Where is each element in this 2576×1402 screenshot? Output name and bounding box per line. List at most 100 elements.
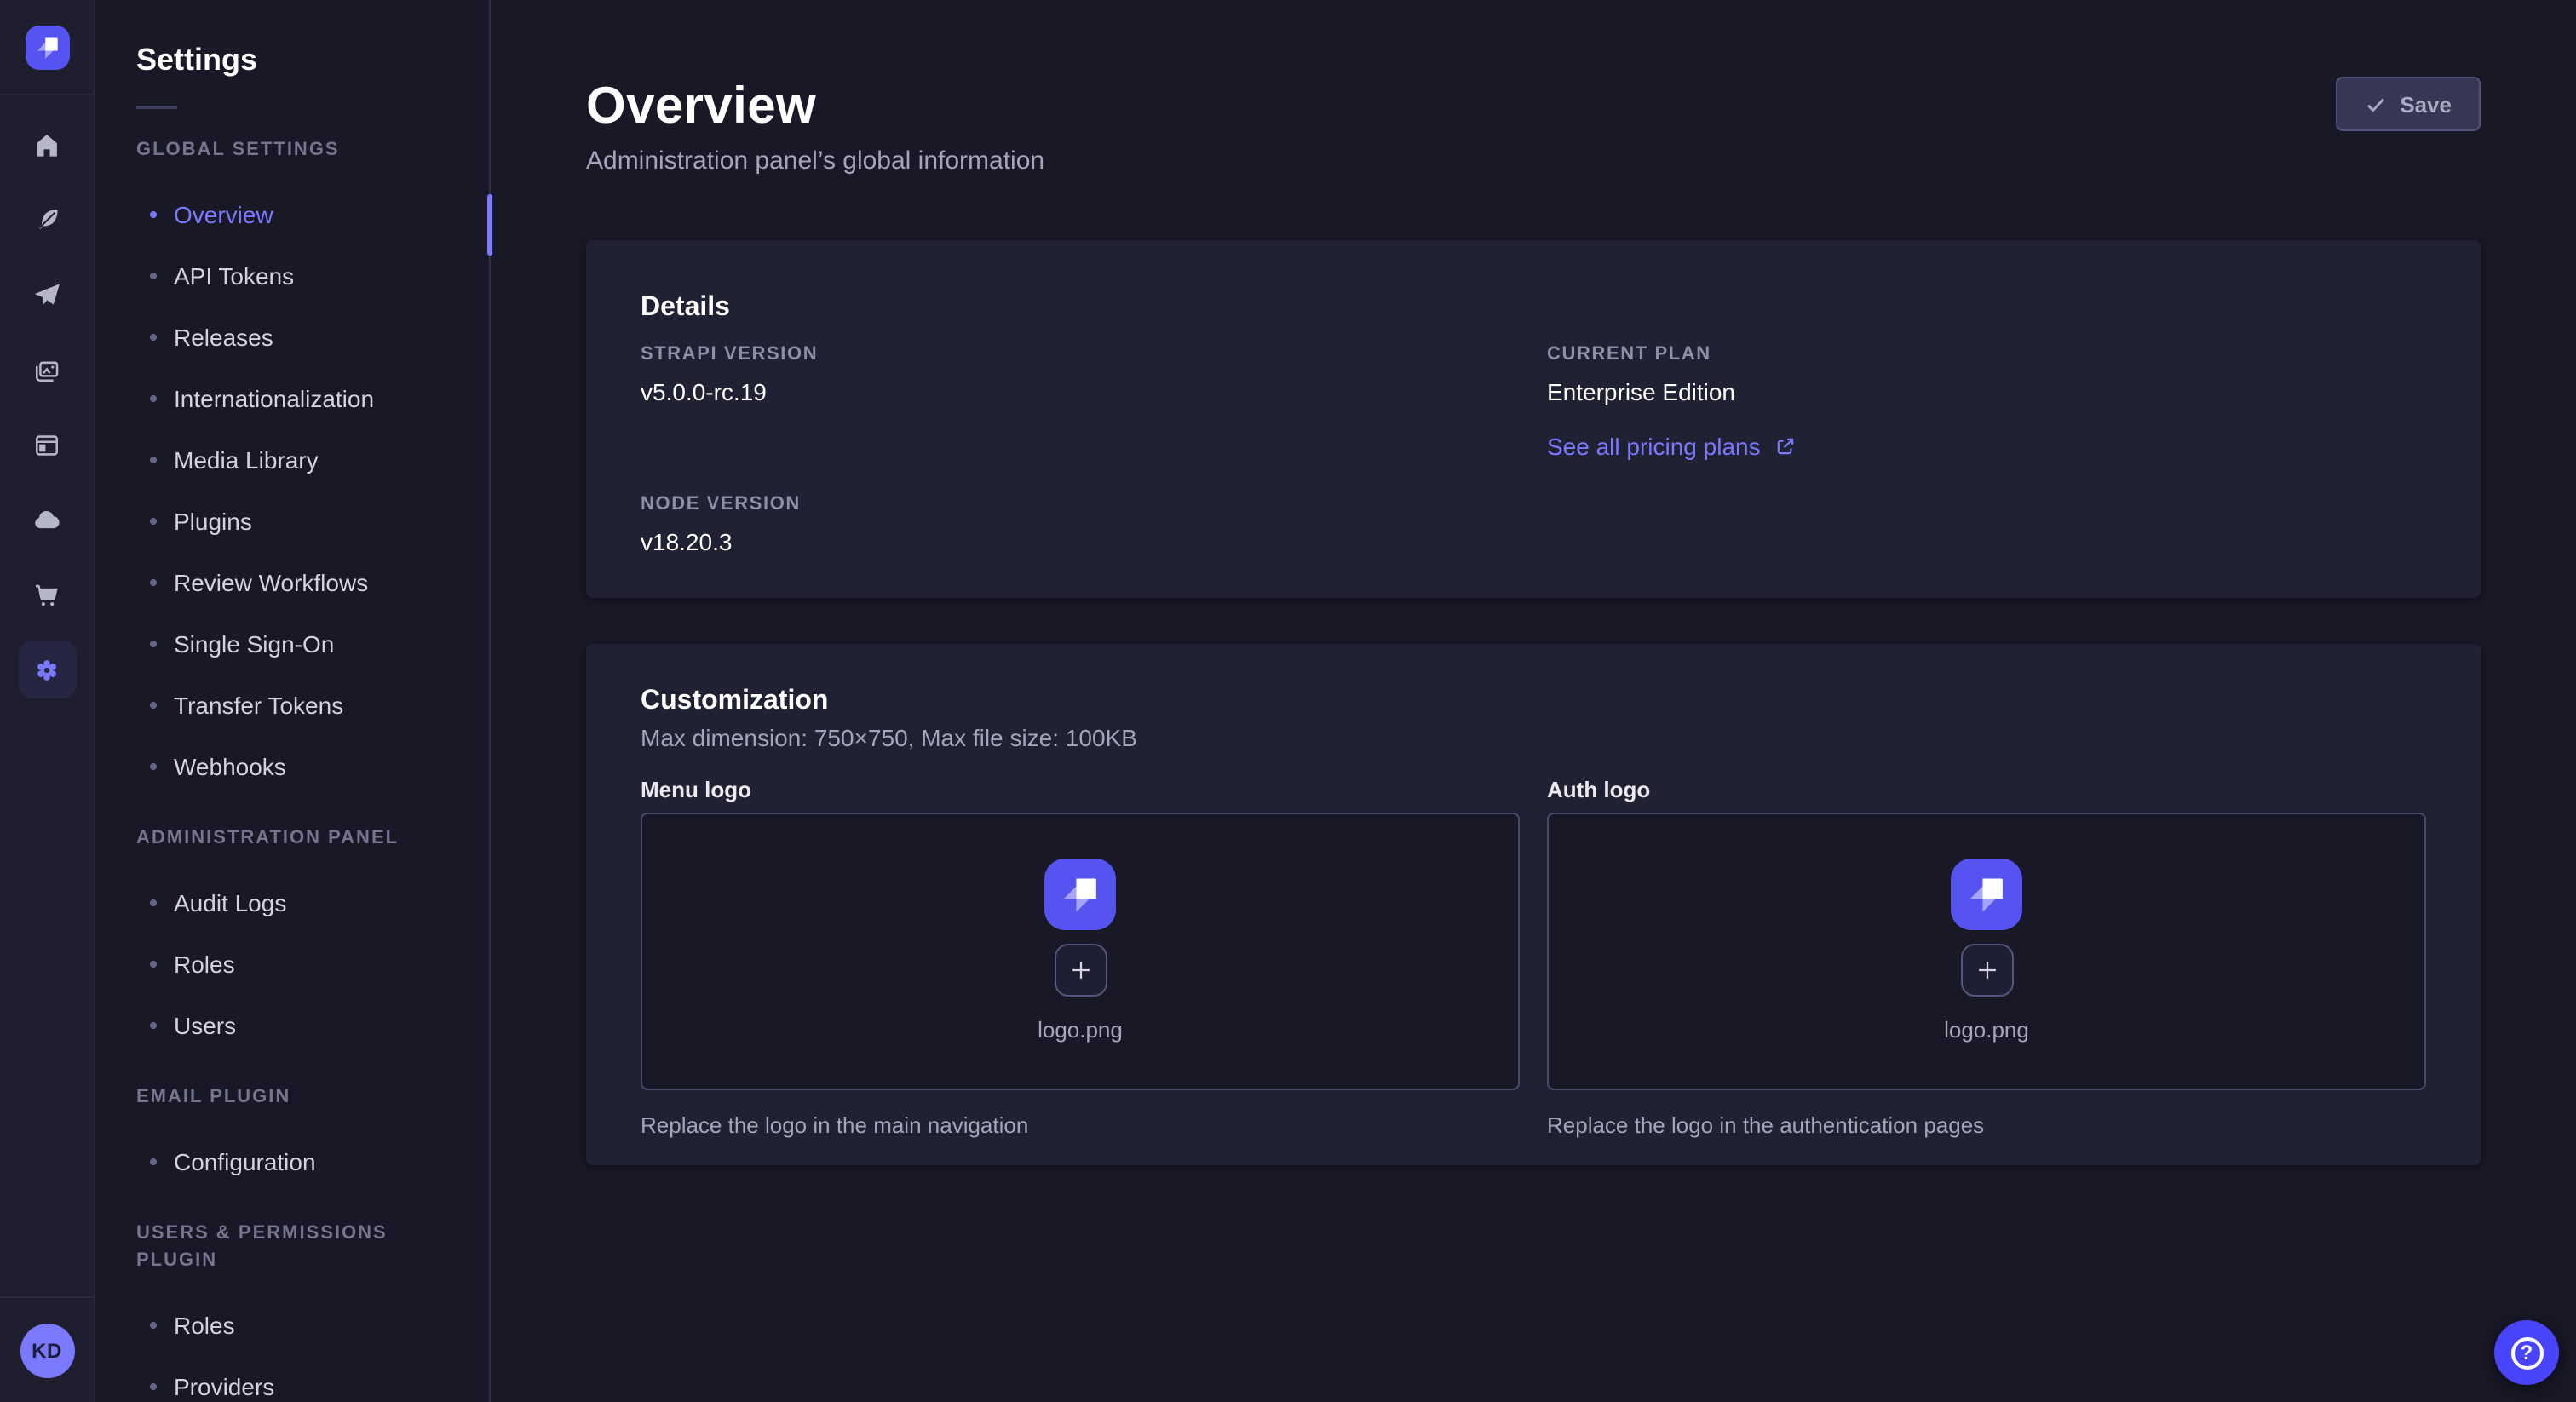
paper-plane-icon <box>31 279 63 311</box>
cloud-icon <box>31 503 63 536</box>
sidebar-item-audit-logs[interactable]: Audit Logs <box>95 872 489 934</box>
question-mark-icon: ? <box>2510 1336 2543 1369</box>
layout-icon <box>31 428 63 461</box>
sidebar-item-label: Roles <box>174 951 235 978</box>
home-icon <box>31 129 63 161</box>
sidebar-item-overview[interactable]: Overview <box>95 184 489 245</box>
nav-media-library-button[interactable] <box>18 341 76 399</box>
menu-logo-uploader: Menu logo <box>641 777 1520 1140</box>
bullet-icon <box>150 457 157 463</box>
menu-logo-dropzone[interactable]: logo.png <box>641 813 1520 1090</box>
main-nav-rail: KD <box>0 0 95 1402</box>
uploader-label: Menu logo <box>641 777 1520 804</box>
sidebar-item-label: Audit Logs <box>174 889 286 916</box>
logo-preview <box>1951 859 2022 930</box>
sidebar-item-label: Roles <box>174 1312 235 1339</box>
sidebar-section-email-plugin: EMAIL PLUGIN Configuration <box>95 1083 489 1192</box>
nav-content-button[interactable] <box>18 191 76 249</box>
current-plan-field: CURRENT PLAN Enterprise Edition <box>1547 342 2426 407</box>
strapi-logo[interactable] <box>25 25 69 69</box>
sidebar-item-label: Users <box>174 1012 236 1039</box>
customization-constraints: Max dimension: 750×750, Max file size: 1… <box>641 722 2426 753</box>
nav-settings-button[interactable] <box>18 641 76 698</box>
bullet-icon <box>150 1383 157 1390</box>
plus-icon <box>1972 956 2001 985</box>
details-left-column: STRAPI VERSION v5.0.0-rc.19 NODE VERSION… <box>641 342 1520 557</box>
nav-content-manager-button[interactable] <box>18 416 76 474</box>
field-label: CURRENT PLAN <box>1547 342 2426 366</box>
logo-filename: logo.png <box>1038 1017 1123 1044</box>
customization-card-title: Customization <box>641 685 2426 719</box>
bullet-icon <box>150 763 157 770</box>
sidebar-item-single-sign-on[interactable]: Single Sign-On <box>95 613 489 675</box>
page-header: Overview Administration panel’s global i… <box>586 77 2481 177</box>
strapi-version-field: STRAPI VERSION v5.0.0-rc.19 <box>641 342 1520 407</box>
plus-icon <box>1066 956 1095 985</box>
external-link-icon <box>1774 434 1798 458</box>
main-content: Overview Administration panel’s global i… <box>491 0 2576 1402</box>
logo-uploaders: Menu logo <box>641 777 2426 1140</box>
section-header: GLOBAL SETTINGS <box>136 136 448 164</box>
user-avatar[interactable]: KD <box>20 1323 74 1377</box>
nav-marketplace-button[interactable] <box>18 566 76 623</box>
sidebar-section-global-settings: GLOBAL SETTINGS Overview API Tokens Rele… <box>95 136 489 797</box>
details-grid: STRAPI VERSION v5.0.0-rc.19 NODE VERSION… <box>641 342 2426 557</box>
sidebar-item-internationalization[interactable]: Internationalization <box>95 368 489 429</box>
sidebar-item-webhooks[interactable]: Webhooks <box>95 736 489 797</box>
media-library-icon <box>31 353 63 386</box>
pricing-plans-link-label: See all pricing plans <box>1547 431 1761 462</box>
bullet-icon <box>150 518 157 525</box>
gear-icon <box>31 653 63 686</box>
sidebar-item-plugins[interactable]: Plugins <box>95 491 489 552</box>
field-value: v5.0.0-rc.19 <box>641 376 1520 407</box>
logo-preview <box>1044 859 1116 930</box>
save-button[interactable]: Save <box>2335 77 2481 131</box>
feather-icon <box>31 204 63 236</box>
sidebar-item-label: Review Workflows <box>174 569 368 596</box>
bullet-icon <box>150 702 157 709</box>
nav-deploy-button[interactable] <box>18 266 76 324</box>
bullet-icon <box>150 1322 157 1329</box>
sidebar-section-administration-panel: ADMINISTRATION PANEL Audit Logs Roles Us… <box>95 825 489 1056</box>
sidebar-item-label: Plugins <box>174 508 252 535</box>
help-button[interactable]: ? <box>2494 1320 2559 1385</box>
field-label: STRAPI VERSION <box>641 342 1520 366</box>
rail-user-section: KD <box>0 1296 94 1402</box>
bullet-icon <box>150 273 157 279</box>
sidebar-item-review-workflows[interactable]: Review Workflows <box>95 552 489 613</box>
logo-filename: logo.png <box>1944 1017 2029 1044</box>
sidebar-item-up-providers[interactable]: Providers <box>95 1356 489 1402</box>
add-logo-button[interactable] <box>1054 944 1107 997</box>
sidebar-item-transfer-tokens[interactable]: Transfer Tokens <box>95 675 489 736</box>
bullet-icon <box>150 1022 157 1029</box>
sidebar-item-admin-roles[interactable]: Roles <box>95 934 489 995</box>
nav-home-button[interactable] <box>18 116 76 174</box>
details-card: Details STRAPI VERSION v5.0.0-rc.19 NODE… <box>586 240 2481 598</box>
section-header: EMAIL PLUGIN <box>136 1083 448 1111</box>
nav-cloud-button[interactable] <box>18 491 76 549</box>
sidebar-item-admin-users[interactable]: Users <box>95 995 489 1056</box>
uploader-caption: Replace the logo in the main navigation <box>641 1112 1520 1140</box>
add-logo-button[interactable] <box>1960 944 2013 997</box>
sidebar-item-releases[interactable]: Releases <box>95 307 489 368</box>
sidebar-item-label: Internationalization <box>174 385 374 412</box>
save-button-label: Save <box>2400 91 2452 117</box>
sidebar-item-up-roles[interactable]: Roles <box>95 1295 489 1356</box>
sidebar-item-label: Providers <box>174 1373 274 1400</box>
sidebar-item-media-library[interactable]: Media Library <box>95 429 489 491</box>
sidebar-item-label: Transfer Tokens <box>174 692 343 719</box>
field-value: v18.20.3 <box>641 526 1520 557</box>
pricing-plans-link[interactable]: See all pricing plans <box>1547 431 1798 462</box>
auth-logo-dropzone[interactable]: logo.png <box>1547 813 2426 1090</box>
bullet-icon <box>150 211 157 218</box>
sidebar-item-label: API Tokens <box>174 262 294 290</box>
bullet-icon <box>150 1158 157 1165</box>
sidebar-title: Settings <box>136 41 448 78</box>
section-header: ADMINISTRATION PANEL <box>136 825 448 852</box>
sidebar-item-label: Configuration <box>174 1148 316 1175</box>
details-card-title: Details <box>641 291 2426 325</box>
strapi-logo-icon <box>1044 859 1116 930</box>
settings-sidebar: Settings GLOBAL SETTINGS Overview API To… <box>95 0 491 1402</box>
sidebar-item-api-tokens[interactable]: API Tokens <box>95 245 489 307</box>
sidebar-item-email-configuration[interactable]: Configuration <box>95 1131 489 1192</box>
